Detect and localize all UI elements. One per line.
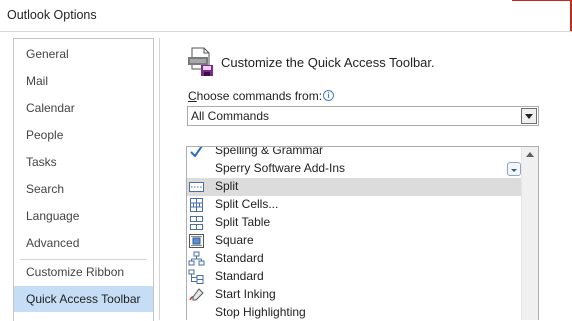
scroll-up-arrow-icon[interactable] — [522, 147, 538, 163]
commands-list-scrollbar[interactable] — [521, 147, 538, 320]
nav-item-general[interactable]: General — [14, 41, 153, 67]
list-item-spelling-grammar[interactable]: Spelling & Grammar — [187, 146, 522, 160]
list-item-label: Square — [215, 233, 254, 247]
nav-item-people[interactable]: People — [14, 122, 153, 148]
split-icon — [188, 179, 205, 195]
list-item-standard[interactable]: Standard — [187, 250, 522, 268]
nav-item-calendar[interactable]: Calendar — [14, 95, 153, 121]
list-item-standard[interactable]: Standard — [187, 268, 522, 286]
checkmark-icon — [188, 147, 205, 159]
list-item-split-cells[interactable]: Split Cells... — [187, 196, 522, 214]
list-item-split[interactable]: Split — [187, 178, 522, 196]
list-item-label: Split — [215, 179, 239, 193]
list-item-sperry-software[interactable]: Sperry Software Add-Ins — [187, 160, 522, 178]
nav-item-mail[interactable]: Mail — [14, 68, 153, 94]
window-title: Outlook Options — [7, 8, 97, 22]
chevron-down-icon[interactable] — [507, 162, 521, 176]
commands-list[interactable]: Spelling & Grammar Sperry Software Add-I… — [186, 146, 539, 320]
list-item-label: Stop Highlighting — [215, 305, 306, 319]
quick-access-toolbar-icon — [187, 47, 215, 77]
list-item-label: Standard — [215, 269, 264, 283]
list-item-label: Spelling & Grammar — [215, 146, 324, 157]
list-item-label: Standard — [215, 251, 264, 265]
list-item-label: Sperry Software Add-Ins — [215, 161, 346, 175]
info-icon[interactable]: i — [323, 90, 334, 101]
choose-commands-dropdown[interactable]: All Commands — [187, 106, 539, 126]
title-bar: Outlook Options — [0, 0, 572, 31]
list-item-square[interactable]: Square — [187, 232, 522, 250]
nav-item-search[interactable]: Search — [14, 176, 153, 202]
list-item-label: Start Inking — [215, 287, 276, 301]
list-item-label: Split Cells... — [215, 197, 279, 211]
nav-item-customize-ribbon[interactable]: Customize Ribbon — [14, 259, 153, 285]
split-cells-icon — [188, 197, 205, 213]
list-item-start-inking[interactable]: Start Inking — [187, 286, 522, 304]
nav-item-advanced[interactable]: Advanced — [14, 230, 153, 256]
nav-item-language[interactable]: Language — [14, 203, 153, 229]
split-table-icon — [188, 215, 205, 231]
choose-commands-label: Choose commands from: — [188, 89, 323, 103]
chevron-down-icon[interactable] — [521, 108, 537, 124]
page-title: Customize the Quick Access Toolbar. — [221, 55, 435, 70]
choose-commands-value: All Commands — [191, 109, 270, 123]
square-wrap-icon — [188, 233, 205, 249]
title-bar-divider — [0, 31, 572, 32]
content-divider — [159, 38, 160, 320]
org-chart-icon — [188, 251, 205, 267]
org-chart-icon — [188, 269, 205, 285]
list-item-stop-highlighting[interactable]: Stop Highlighting — [187, 304, 522, 320]
nav-item-quick-access-toolbar[interactable]: Quick Access Toolbar — [14, 286, 153, 312]
list-item-split-table[interactable]: Split Table — [187, 214, 522, 232]
inking-icon — [188, 287, 205, 303]
nav-item-tasks[interactable]: Tasks — [14, 149, 153, 175]
options-nav: General Mail Calendar People Tasks Searc… — [13, 38, 154, 321]
list-item-label: Split Table — [215, 215, 271, 229]
title-bar-accent — [512, 0, 572, 1]
